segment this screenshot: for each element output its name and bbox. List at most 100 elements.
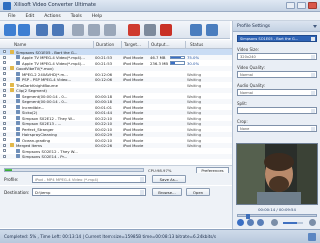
pause-icon[interactable] [144, 24, 156, 36]
menu-tools[interactable]: Tools [71, 14, 82, 19]
properties-icon[interactable] [104, 24, 116, 36]
setting-select[interactable]: Simpsons SO1E05 - Bart the G... [237, 35, 317, 42]
effects-icon[interactable] [190, 24, 202, 36]
snapshot-icon[interactable] [206, 24, 218, 36]
video-file-icon [16, 93, 20, 98]
video-preview [236, 143, 318, 205]
row-checkbox[interactable] [3, 99, 6, 103]
row-progress-bar [170, 55, 185, 59]
chevron-down-icon [311, 37, 315, 41]
col-status[interactable]: Status [190, 42, 203, 47]
menu-help[interactable]: Help [92, 14, 102, 19]
row-checkbox[interactable] [3, 138, 6, 141]
row-checkbox[interactable] [3, 66, 6, 70]
menu-edit[interactable]: Edit [26, 14, 35, 19]
col-target[interactable]: Target... [124, 42, 141, 47]
menu-file[interactable]: File [8, 14, 16, 19]
file-row[interactable]: Simpsons SO2E14 - Pr... [0, 153, 232, 159]
row-checkbox[interactable] [3, 149, 6, 152]
setting-select[interactable] [237, 107, 317, 114]
bottom-area [0, 198, 232, 228]
chevron-down-icon [311, 55, 315, 59]
browse-button[interactable]: Browse... [152, 188, 182, 196]
window-controls [286, 2, 317, 9]
setting-select[interactable]: 320x240 [237, 53, 317, 60]
destination-input[interactable]: D:\temp [32, 188, 146, 196]
row-checkbox[interactable] [3, 105, 6, 108]
chevron-down-icon [311, 127, 315, 131]
video-file-icon [16, 99, 20, 103]
clear-icon[interactable] [88, 24, 100, 36]
row-checkbox[interactable] [3, 55, 6, 59]
video-file-icon [16, 137, 20, 142]
video-file-icon [16, 121, 20, 125]
setting-select[interactable]: Normal [237, 89, 317, 96]
log-icon[interactable] [308, 233, 316, 241]
chevron-down-icon [311, 73, 315, 77]
setting-label: Crop: [237, 119, 248, 124]
row-checkbox[interactable] [3, 83, 6, 86]
seek-handle[interactable] [246, 213, 250, 219]
snapshot-icon[interactable] [257, 219, 264, 226]
progress-area: CPU:98.97% Preferences [0, 165, 232, 174]
play-icon[interactable] [237, 219, 244, 226]
menu-actions[interactable]: Actions [44, 14, 60, 19]
profile-select[interactable]: iPod - MP4 MPEG-4 Video (*.mp4) [32, 175, 146, 183]
fullscreen-icon[interactable] [309, 219, 316, 226]
collapse-icon[interactable] [313, 25, 317, 28]
add-file-icon[interactable] [4, 24, 16, 36]
save-as-button[interactable]: Save As... [152, 175, 186, 183]
row-checkbox[interactable] [3, 88, 6, 92]
status-text: Completed: 5% , Time Left: 00:13:14 | Cu… [4, 234, 217, 239]
file-list[interactable]: Simpsons SO1E05 - Bart the G... Apple TV … [0, 49, 232, 165]
remove-icon[interactable] [72, 24, 84, 36]
convert-icon[interactable] [128, 24, 140, 36]
row-checkbox[interactable] [3, 94, 6, 97]
minimize-button[interactable] [286, 2, 295, 9]
stop-icon[interactable] [160, 24, 172, 36]
row-checkbox[interactable] [3, 110, 6, 114]
row-checkbox[interactable] [3, 50, 6, 53]
volume-icon[interactable] [271, 219, 278, 226]
player-controls [237, 219, 317, 227]
col-output[interactable]: Output... [151, 42, 170, 47]
folder-icon [10, 82, 14, 87]
clip-icon[interactable] [36, 24, 48, 36]
panel-title[interactable]: Profile Settings [233, 21, 320, 32]
col-duration[interactable]: Duration [96, 42, 114, 47]
seek-slider[interactable] [237, 213, 317, 219]
video-file-icon [16, 60, 20, 65]
open-button[interactable]: Open [186, 188, 210, 196]
setting-label: Video Size: [237, 47, 260, 52]
video-file-icon [16, 55, 20, 59]
row-checkbox[interactable] [3, 143, 6, 147]
setting-label: Split: [237, 101, 248, 106]
add-folder-icon[interactable] [18, 24, 30, 36]
toolbar [0, 21, 230, 39]
stop-icon[interactable] [247, 219, 254, 226]
volume-slider[interactable] [283, 222, 303, 224]
video-file-icon [16, 148, 20, 153]
overall-progress-bar [4, 168, 144, 172]
setting-label: Video Quality: [237, 65, 265, 70]
row-checkbox[interactable] [3, 121, 6, 125]
row-checkbox[interactable] [3, 61, 6, 64]
profile-settings-panel: Profile Settings Simpsons SO1E05 - Bart … [232, 21, 320, 229]
maximize-button[interactable] [297, 2, 306, 9]
row-checkbox[interactable] [3, 154, 6, 158]
chevron-down-icon [311, 109, 315, 113]
row-checkbox[interactable] [3, 127, 6, 130]
close-button[interactable] [308, 2, 317, 9]
menu-bar: File Edit Actions Tools Help [0, 12, 320, 21]
merge-icon[interactable] [52, 24, 64, 36]
video-file-icon [16, 71, 20, 76]
row-checkbox[interactable] [3, 116, 6, 119]
setting-select[interactable]: Normal [237, 71, 317, 78]
row-checkbox[interactable] [3, 132, 6, 136]
row-checkbox[interactable] [3, 77, 6, 81]
col-name[interactable]: Name [14, 42, 26, 47]
video-file-icon [16, 77, 20, 81]
video-file-icon [16, 104, 20, 109]
setting-select[interactable]: None [237, 125, 317, 132]
row-checkbox[interactable] [3, 72, 6, 75]
